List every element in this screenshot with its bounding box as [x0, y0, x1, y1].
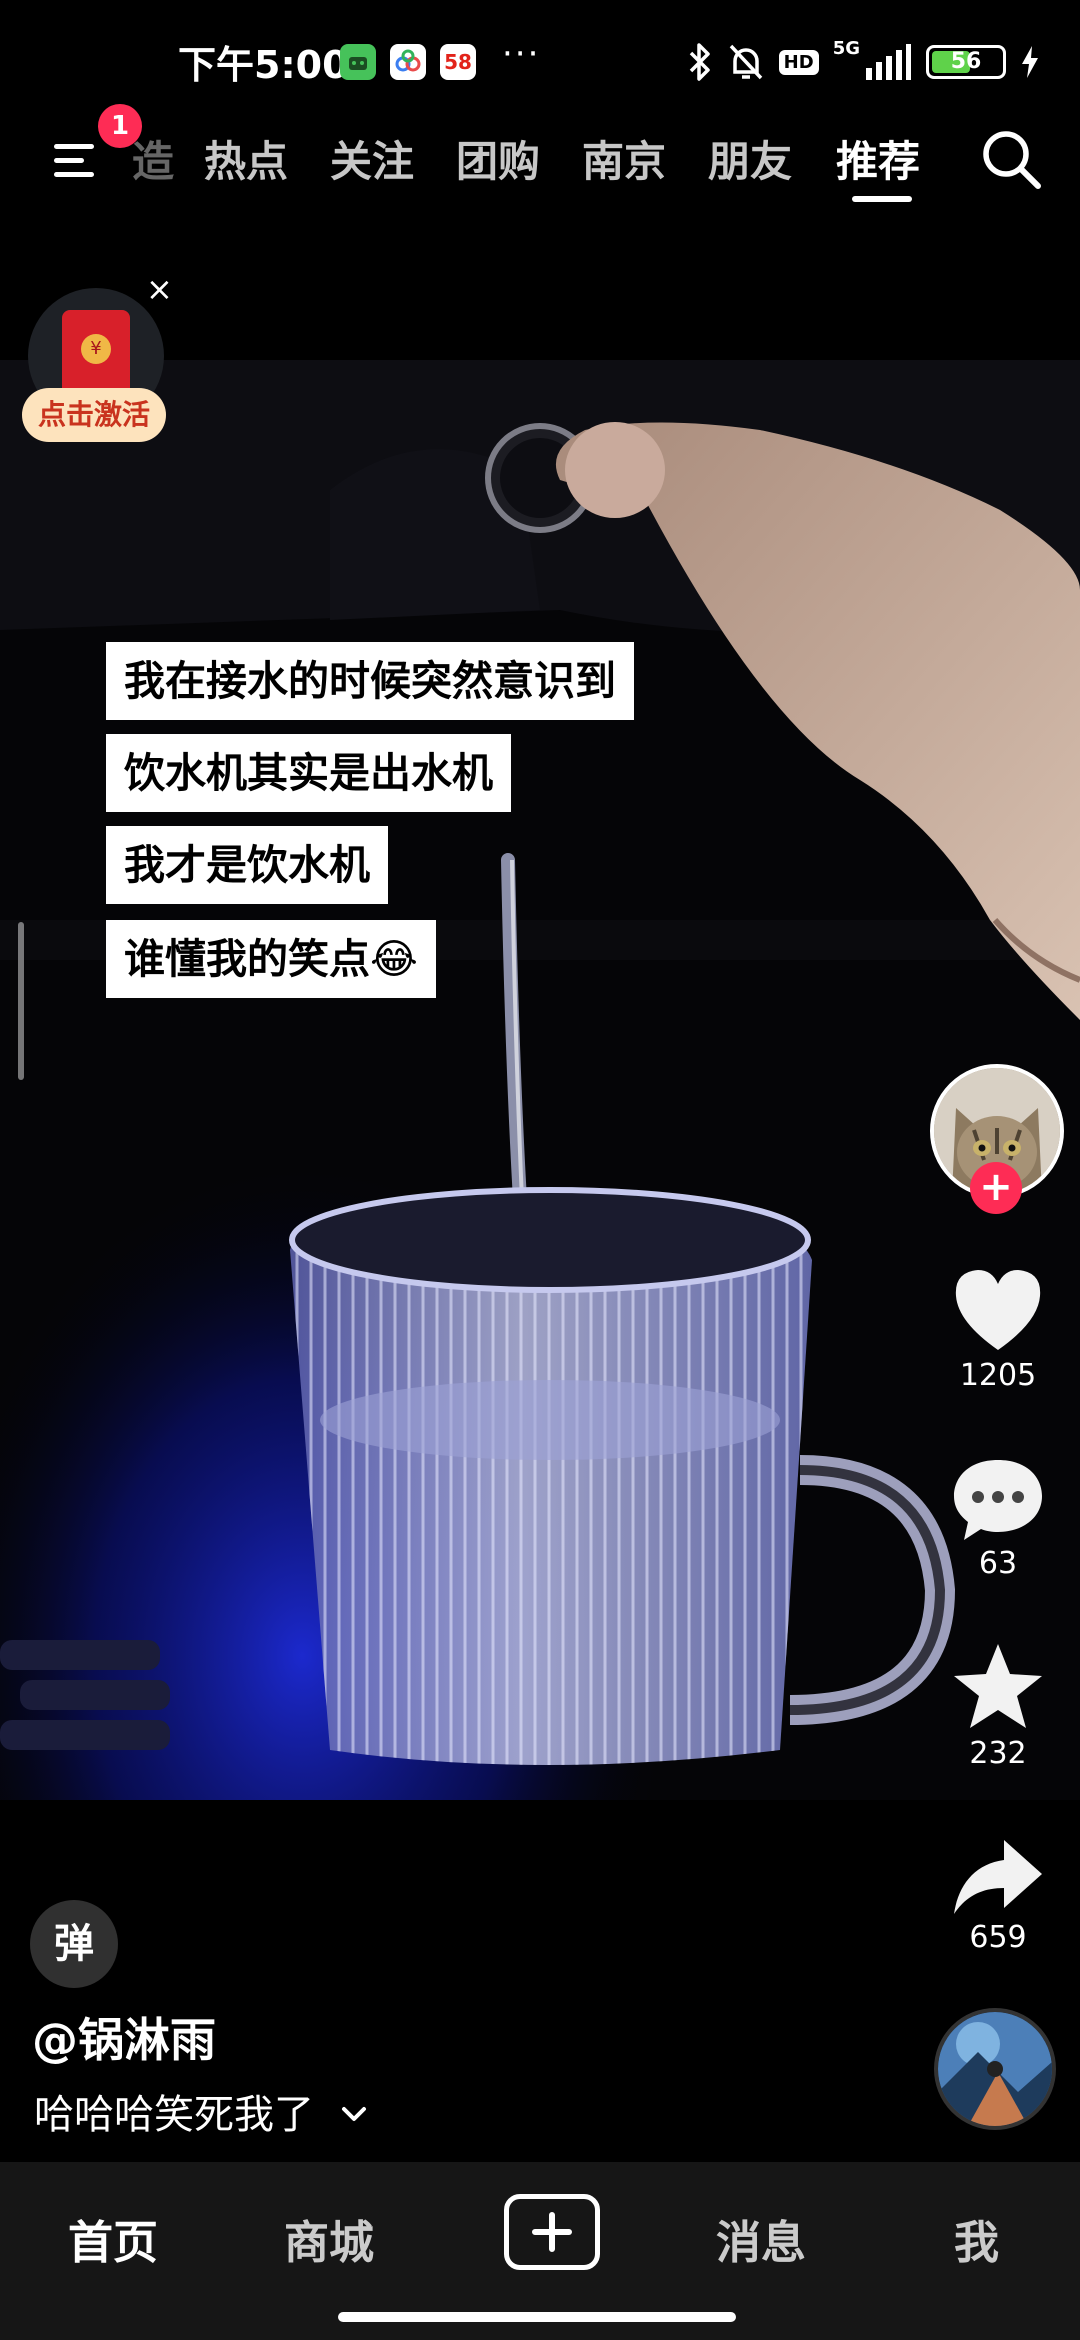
tab-recommend[interactable]: 推荐 — [836, 128, 920, 189]
like-count: 1205 — [959, 1358, 1037, 1393]
chevron-down-icon[interactable] — [338, 2098, 370, 2130]
post-description[interactable]: 哈哈哈笑死我了 — [34, 2082, 314, 2140]
seek-handle[interactable] — [18, 922, 24, 1080]
video-caption-line: 饮水机其实是出水机 — [106, 734, 511, 812]
video-caption-line: 谁懂我的笑点😂 — [106, 920, 436, 998]
tab-mall[interactable]: 商城 — [284, 2206, 374, 2271]
baidu-app-icon — [390, 44, 426, 80]
video-frame — [0, 360, 1080, 1800]
bell-muted-icon — [729, 44, 762, 80]
comment-icon[interactable] — [948, 1452, 1048, 1548]
tab-following[interactable]: 关注 — [330, 128, 414, 189]
hd-badge: HD — [778, 49, 819, 75]
signal-icon — [866, 44, 911, 80]
plus-icon — [532, 2212, 572, 2252]
menu-icon[interactable] — [50, 130, 110, 190]
like-heart-icon[interactable] — [948, 1262, 1048, 1358]
tab-hot[interactable]: 热点 — [204, 128, 288, 189]
music-disc-icon[interactable] — [934, 2008, 1056, 2130]
tab-nanjing[interactable]: 南京 — [582, 128, 666, 189]
music-cover-image — [938, 2012, 1052, 2126]
follow-button[interactable]: + — [970, 1162, 1022, 1214]
video-caption-line: 我在接水的时候突然意识到 — [106, 642, 634, 720]
active-tab-underline — [852, 196, 912, 202]
share-count: 659 — [969, 1920, 1027, 1955]
tab-group-buy[interactable]: 团购 — [456, 128, 540, 189]
58-app-icon: 58 — [440, 44, 476, 80]
battery-indicator: 56 — [926, 45, 1006, 79]
favorite-star-icon[interactable] — [948, 1640, 1048, 1736]
video-player[interactable] — [0, 360, 1080, 1800]
red-packet-activate-button[interactable]: 点击激活 — [22, 388, 166, 442]
red-envelope-icon: ¥ — [62, 310, 130, 396]
favorite-count: 232 — [969, 1736, 1027, 1771]
menu-notification-badge: 1 — [98, 104, 142, 148]
top-nav: 造 热点 关注 团购 南京 朋友 推荐 — [0, 118, 1080, 218]
home-indicator — [338, 2312, 736, 2322]
danmaku-toggle-button[interactable]: 弹 — [30, 1900, 118, 1988]
status-time: 下午5:00 — [178, 43, 349, 87]
tab-home[interactable]: 首页 — [68, 2206, 158, 2271]
network-type: 5G — [832, 38, 860, 59]
tab-me[interactable]: 我 — [954, 2206, 999, 2271]
battery-level: 56 — [950, 49, 982, 74]
status-overflow-dots: ··· — [502, 34, 541, 74]
android-app-icon — [340, 44, 376, 80]
author-name[interactable]: @锅淋雨 — [32, 2004, 216, 2070]
create-post-button[interactable] — [504, 2194, 600, 2270]
red-packet-close-button[interactable]: × — [146, 270, 173, 308]
coin-icon: ¥ — [81, 334, 111, 364]
charging-bolt-icon — [1022, 46, 1038, 78]
tab-messages[interactable]: 消息 — [716, 2206, 806, 2271]
share-arrow-icon[interactable] — [948, 1830, 1048, 1926]
status-right-cluster: HD 5G 56 — [687, 40, 1040, 84]
video-caption-line: 我才是饮水机 — [106, 826, 388, 904]
bluetooth-icon — [689, 43, 710, 81]
search-icon[interactable] — [976, 124, 1046, 194]
comment-count: 63 — [978, 1546, 1018, 1581]
tab-friends[interactable]: 朋友 — [708, 128, 792, 189]
status-bar: 下午5:00 58 ··· HD 5G 56 — [0, 0, 1080, 124]
